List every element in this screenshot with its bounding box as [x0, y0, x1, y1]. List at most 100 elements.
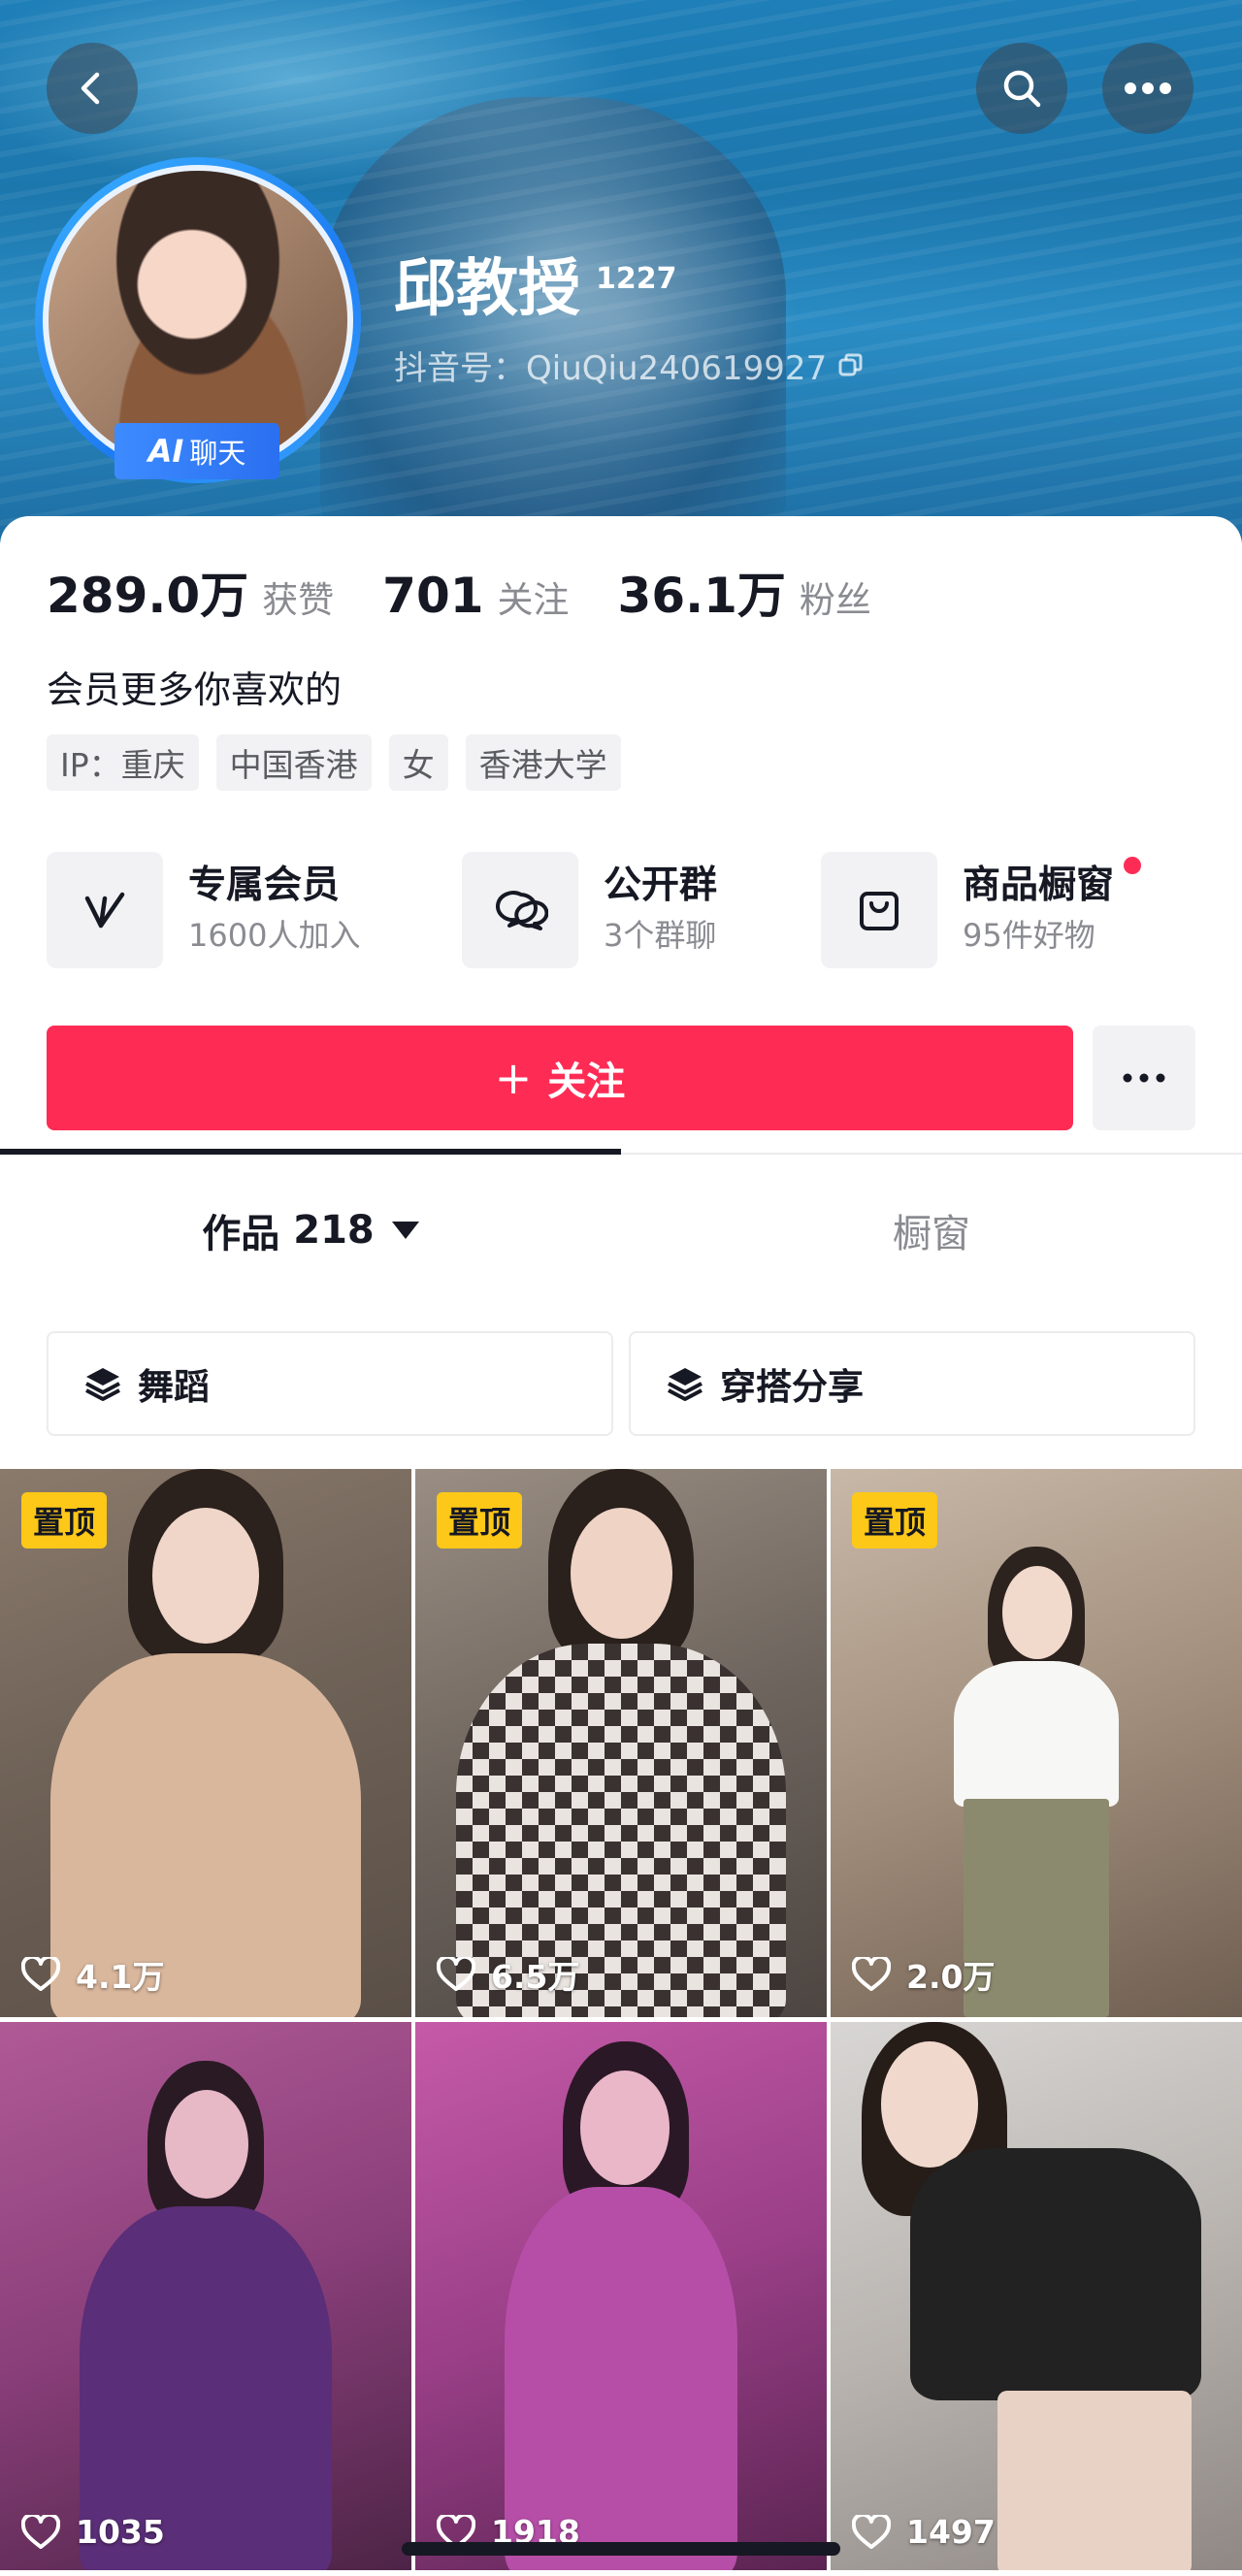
video-thumbnail: [437, 1469, 805, 2017]
svc-sub: 1600人加入: [188, 917, 361, 954]
ai-badge-chat-label: 聊天: [189, 437, 246, 470]
svc-icon-box: [47, 852, 163, 968]
follow-button[interactable]: + 关注: [47, 1026, 1073, 1130]
heart-icon: [437, 1957, 475, 1991]
stat-value: 701: [382, 568, 484, 624]
stat-value: 36.1万: [617, 568, 786, 624]
heart-icon: [21, 1957, 60, 1991]
tab-works-count: 218: [293, 1208, 375, 1253]
like-count-text: 6.5万: [491, 1958, 580, 1996]
collection-outfits[interactable]: 穿搭分享: [629, 1331, 1195, 1436]
video-tile[interactable]: 置顶 4.1万: [0, 1469, 411, 2017]
like-count: 1035: [21, 2513, 165, 2551]
name-superscript: 1227: [596, 262, 677, 296]
home-indicator[interactable]: [402, 2542, 840, 2556]
svc-title: 公开群: [604, 864, 718, 907]
shopping-bag-icon: [860, 892, 899, 930]
copy-icon[interactable]: [836, 351, 866, 380]
video-tile[interactable]: 置顶 6.5万: [415, 1469, 827, 2017]
collection-dance[interactable]: 舞蹈: [47, 1331, 613, 1436]
stat-followers[interactable]: 36.1万 粉丝: [618, 557, 871, 627]
back-button[interactable]: [47, 43, 138, 134]
more-dots-icon: [1125, 82, 1171, 94]
video-thumbnail: [50, 2061, 361, 2570]
video-tile[interactable]: 置顶 2.0万: [831, 1469, 1242, 2017]
like-count-text: 1035: [76, 2513, 165, 2551]
notification-dot: [1124, 857, 1141, 874]
search-icon: [1003, 70, 1041, 108]
service-shop-window[interactable]: 商品橱窗 95件好物: [821, 851, 1141, 969]
tag-location: 中国香港: [215, 734, 372, 791]
tab-active-indicator: [0, 1149, 621, 1155]
like-count: 4.1万: [21, 1951, 164, 1998]
video-tile[interactable]: 1497: [831, 2022, 1242, 2570]
svc-sub: 3个群聊: [604, 917, 717, 954]
video-thumbnail: [930, 1547, 1143, 2017]
heart-icon: [21, 2514, 60, 2549]
douyin-id-text: 抖音号：QiuQiu240619927: [394, 349, 828, 388]
more-dots-icon: [1123, 1073, 1165, 1083]
caret-down-icon: [391, 1222, 419, 1239]
svc-text: 商品橱窗 95件好物: [963, 861, 1114, 960]
tab-showcase-label: 橱窗: [893, 1212, 970, 1256]
content-tabs: 作品 218 橱窗: [0, 1176, 1242, 1292]
video-tile[interactable]: 1035: [0, 2022, 411, 2570]
profile-card: 289.0万 获赞 701 关注 36.1万 粉丝 会员更多你喜欢的 IP：重庆…: [0, 516, 1242, 2576]
video-thumbnail: [466, 2041, 776, 2570]
video-thumbnail: [852, 2022, 1221, 2570]
tag-list: IP：重庆 中国香港 女 香港大学: [47, 734, 621, 791]
bio-text: 会员更多你喜欢的: [47, 668, 343, 711]
like-count: 6.5万: [437, 1951, 579, 1998]
pinned-badge: 置顶: [21, 1492, 108, 1549]
service-row: 专属会员 1600人加入 公开群 3个群聊 商品橱窗 95件好物: [47, 851, 1195, 969]
tag-ip: IP：重庆: [47, 734, 199, 791]
service-membership[interactable]: 专属会员 1600人加入: [47, 851, 360, 969]
svc-icon-box: [821, 852, 937, 968]
like-count-text: 4.1万: [76, 1958, 165, 1996]
like-count-text: 1497: [906, 2513, 996, 2551]
chevron-left-icon: [81, 72, 100, 105]
svc-title: 商品橱窗: [963, 864, 1115, 907]
like-count-text: 2.0万: [906, 1958, 996, 1996]
svc-title: 专属会员: [188, 864, 341, 907]
svc-text: 公开群 3个群聊: [604, 861, 717, 960]
video-tile[interactable]: 1918: [415, 2022, 827, 2570]
stat-label: 粉丝: [799, 579, 871, 621]
stats-row: 289.0万 获赞 701 关注 36.1万 粉丝: [47, 557, 920, 627]
stat-following[interactable]: 701 关注: [382, 568, 569, 624]
layers-icon: [85, 1368, 120, 1401]
follow-label: 关注: [547, 1060, 626, 1104]
douyin-id[interactable]: 抖音号：QiuQiu240619927: [394, 342, 866, 389]
collection-row: 舞蹈 穿搭分享: [47, 1331, 1195, 1436]
ai-chat-badge[interactable]: AI 聊天: [114, 423, 279, 479]
plus-icon: +: [494, 1052, 533, 1104]
more-options-button[interactable]: [1102, 43, 1193, 134]
svc-icon-box: [462, 852, 578, 968]
search-button[interactable]: [976, 43, 1067, 134]
tab-works[interactable]: 作品 218: [0, 1176, 621, 1285]
stat-likes[interactable]: 289.0万 获赞: [47, 557, 334, 627]
tag-gender: 女: [388, 734, 448, 791]
service-group-chat[interactable]: 公开群 3个群聊: [462, 851, 717, 969]
stat-label: 获赞: [262, 579, 335, 621]
chat-bubbles-icon: [496, 891, 548, 930]
pinned-badge: 置顶: [852, 1492, 938, 1549]
video-thumbnail: [21, 1469, 390, 2017]
profile-name: 邱教授: [394, 253, 580, 325]
video-grid: 置顶 4.1万 置顶 6.5万 置顶 2.0万 1035 1918 1497: [0, 1469, 1242, 2576]
pinned-badge: 置顶: [437, 1492, 523, 1549]
like-count: 1497: [852, 2513, 996, 2551]
stat-label: 关注: [497, 579, 570, 621]
tab-works-label: 作品: [202, 1212, 280, 1256]
heart-icon: [852, 2514, 891, 2549]
svc-text: 专属会员 1600人加入: [188, 861, 360, 960]
ai-badge-label: AI: [147, 433, 184, 470]
tab-showcase[interactable]: 橱窗: [621, 1176, 1242, 1285]
more-actions-button[interactable]: [1093, 1026, 1195, 1130]
layers-icon: [668, 1368, 703, 1401]
like-count: 2.0万: [852, 1951, 995, 1998]
v-icon: [84, 892, 125, 929]
collection-label: 穿搭分享: [720, 1366, 864, 1408]
svc-sub: 95件好物: [963, 917, 1095, 954]
tag-school[interactable]: 香港大学: [465, 734, 621, 791]
